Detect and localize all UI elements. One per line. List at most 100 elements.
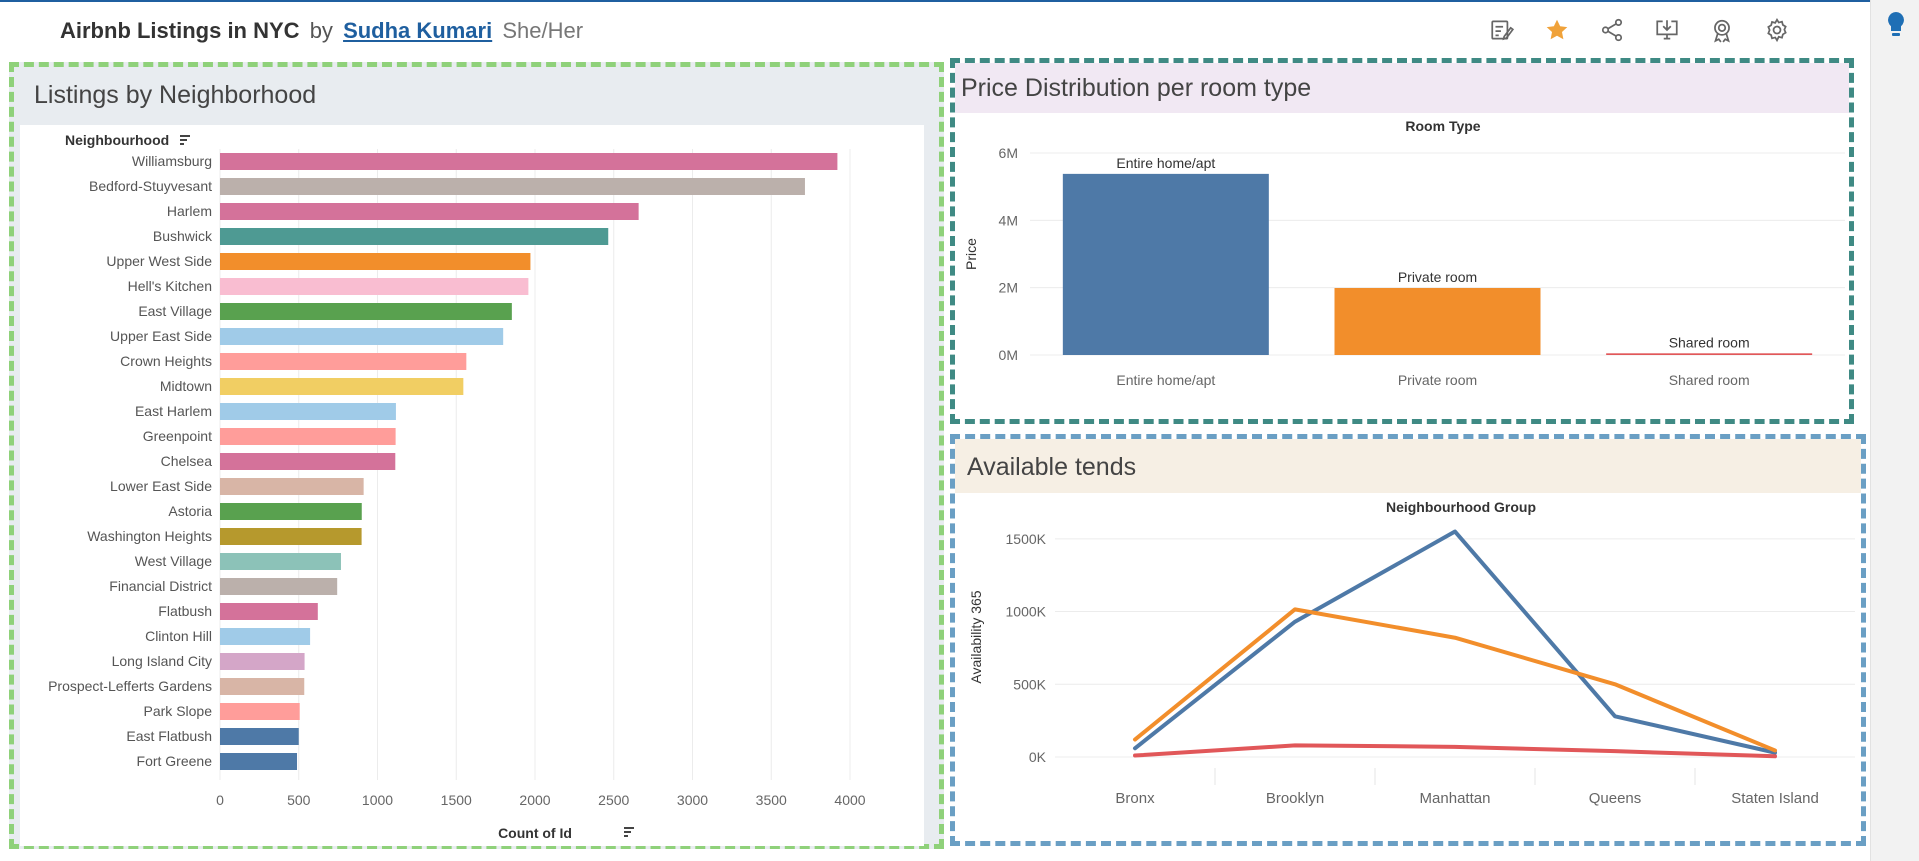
category-label: Clinton Hill	[145, 628, 212, 644]
bar[interactable]	[220, 453, 396, 470]
category-label: East Village	[138, 303, 212, 319]
bar[interactable]	[220, 653, 305, 670]
category-label: Upper West Side	[106, 253, 212, 269]
sort-bar	[180, 135, 190, 137]
category-label: Washington Heights	[87, 528, 212, 544]
panel-header: Listings by Neighborhood	[14, 67, 939, 120]
x-tick-label: 2000	[519, 792, 550, 808]
bar[interactable]	[220, 428, 396, 445]
x-tick-label: 500	[287, 792, 311, 808]
bar[interactable]	[1062, 173, 1269, 355]
bar[interactable]	[220, 328, 504, 345]
bar[interactable]	[220, 603, 318, 620]
category-label: Prospect-Lefferts Gardens	[48, 678, 212, 694]
bar[interactable]	[220, 478, 364, 495]
listings-panel: Listings by Neighborhood 0 500 1000 1500 200…	[9, 62, 944, 849]
settings-icon[interactable]	[1763, 16, 1791, 44]
category-label: East Harlem	[135, 403, 212, 419]
x-tick-label: 2500	[598, 792, 629, 808]
y-tick-label: 1500K	[1006, 531, 1047, 547]
toolbar	[1488, 16, 1791, 44]
author-pronouns: She/Her	[502, 18, 584, 43]
dashboard-title: Airbnb Listings in NYC	[60, 18, 300, 43]
bar[interactable]	[1606, 353, 1813, 355]
bar[interactable]	[220, 353, 467, 370]
bar-data-label: Shared room	[1669, 334, 1750, 350]
bar[interactable]	[220, 703, 300, 720]
category-label: Fort Greene	[137, 753, 213, 769]
bar[interactable]	[220, 303, 512, 320]
y-tick-label: 500K	[1013, 676, 1046, 692]
bar[interactable]	[220, 728, 299, 745]
y-tick-label: 6M	[999, 145, 1018, 161]
x-tick-label: 1000	[362, 792, 393, 808]
share-icon[interactable]	[1598, 16, 1626, 44]
viz-title: Airbnb Listings in NYC by Sudha Kumari S…	[60, 18, 583, 44]
sort-icon[interactable]	[180, 135, 190, 145]
bar[interactable]	[1334, 288, 1541, 355]
x-tick-label: 0	[216, 792, 224, 808]
y-tick-label: 4M	[999, 212, 1018, 228]
x-tick-label: 1500	[441, 792, 472, 808]
x-tick-label: Staten Island	[1731, 790, 1819, 807]
bar[interactable]	[220, 178, 805, 195]
bar[interactable]	[220, 578, 338, 595]
sort-bar	[624, 827, 634, 829]
bar[interactable]	[220, 503, 362, 520]
y-axis-title: Neighbourhood	[65, 132, 169, 148]
bar[interactable]	[220, 403, 396, 420]
bar[interactable]	[220, 753, 298, 770]
download-icon[interactable]	[1653, 16, 1681, 44]
availability-line-chart[interactable]: Neighbourhood Group 0K 500K 1000K 1500K Avail…	[955, 493, 1861, 841]
bar[interactable]	[220, 553, 341, 570]
lightbulb-icon[interactable]	[1885, 10, 1907, 42]
category-label: Midtown	[160, 378, 212, 394]
category-label: Bushwick	[153, 228, 213, 244]
panel-title: Listings by Neighborhood	[34, 81, 317, 109]
viz-header: Airbnb Listings in NYC by Sudha Kumari S…	[0, 2, 1870, 60]
bar[interactable]	[220, 153, 838, 170]
edit-icon[interactable]	[1488, 16, 1516, 44]
sort-bar	[624, 831, 631, 833]
bar-data-label: Entire home/apt	[1116, 155, 1215, 171]
bar[interactable]	[220, 253, 531, 270]
x-tick-label: Private room	[1398, 372, 1477, 388]
y-axis-title: Availability 365	[968, 590, 984, 683]
category-label: Flatbush	[158, 603, 212, 619]
neighbourhood-bar-chart[interactable]: 0 500 1000 1500 2000 2500 3000 3500 4000 Neighbou…	[20, 125, 924, 846]
panel-title: Available tends	[967, 453, 1137, 481]
category-label: Crown Heights	[120, 353, 212, 369]
footer-strip	[0, 852, 1870, 861]
bar-data-label: Private room	[1398, 269, 1477, 285]
price-panel: Price Distribution per room type Room Ty…	[950, 58, 1854, 424]
category-label: East Flatbush	[126, 728, 212, 744]
y-tick-label: 1000K	[1006, 604, 1047, 620]
author-link[interactable]: Sudha Kumari	[343, 18, 492, 43]
bar[interactable]	[220, 203, 639, 220]
series-line[interactable]	[1133, 743, 1777, 759]
bar[interactable]	[220, 378, 464, 395]
x-tick-label: 4000	[834, 792, 865, 808]
chart-title: Room Type	[1405, 118, 1480, 134]
bar[interactable]	[220, 628, 311, 645]
x-tick-label: 3000	[677, 792, 708, 808]
y-tick-label: 0M	[999, 347, 1018, 363]
panel-header: Price Distribution per room type	[955, 63, 1849, 113]
star-icon[interactable]	[1543, 16, 1571, 44]
bar[interactable]	[220, 528, 362, 545]
availability-panel: Available tends Neighbourhood Group 0K 500…	[950, 434, 1866, 846]
badge-icon[interactable]	[1708, 16, 1736, 44]
room-type-bar-chart[interactable]: Room Type 0M 2M 4M 6M Price Entire home/apt Ent…	[955, 113, 1849, 419]
panel-header: Available tends	[955, 439, 1861, 493]
category-label: Greenpoint	[143, 428, 212, 444]
bar[interactable]	[220, 278, 529, 295]
bar[interactable]	[220, 678, 305, 695]
sort-bar	[624, 835, 628, 837]
sort-icon[interactable]	[624, 827, 634, 837]
panel-title: Price Distribution per room type	[961, 74, 1312, 102]
x-tick-label: 3500	[756, 792, 787, 808]
x-tick-label: Brooklyn	[1266, 790, 1324, 807]
x-tick-label: Shared room	[1669, 372, 1750, 388]
bar[interactable]	[220, 228, 609, 245]
series-line[interactable]	[1133, 529, 1777, 755]
